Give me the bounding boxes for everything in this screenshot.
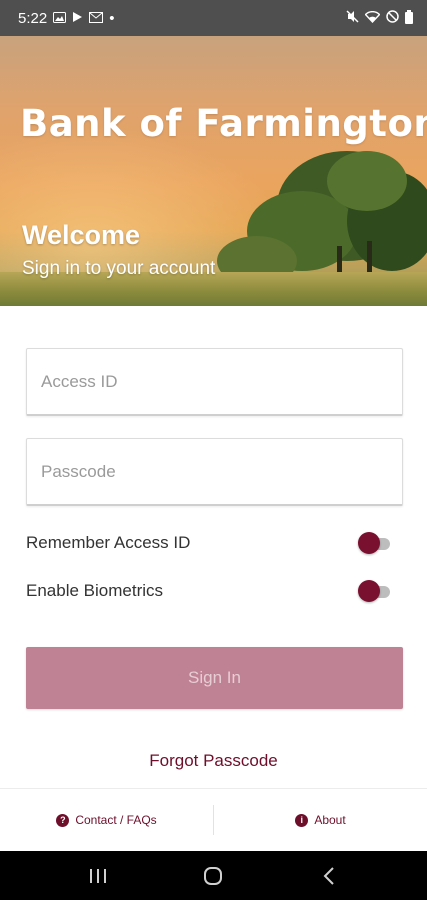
passcode-field[interactable]: [26, 438, 403, 506]
status-bar-right: [346, 10, 413, 26]
remember-access-id-row: Remember Access ID: [26, 528, 392, 558]
back-button[interactable]: [309, 861, 349, 891]
contact-faqs-link[interactable]: ? Contact / FAQs: [0, 789, 213, 851]
about-label: About: [314, 813, 346, 827]
remember-access-id-toggle[interactable]: [358, 532, 392, 554]
sign-in-button[interactable]: Sign In: [26, 647, 403, 709]
toggle-thumb: [358, 580, 380, 602]
welcome-heading: Welcome: [22, 220, 141, 250]
info-icon: i: [295, 813, 309, 827]
about-link[interactable]: i About: [214, 789, 427, 851]
bottom-bar: ? Contact / FAQs i About: [0, 788, 427, 851]
mail-icon: [89, 11, 104, 25]
access-id-input[interactable]: [27, 349, 402, 414]
access-id-field[interactable]: [26, 348, 403, 416]
recent-apps-icon: [89, 868, 106, 883]
status-bar: 5:22 •: [0, 0, 427, 36]
wifi-icon: [364, 10, 381, 26]
toggle-thumb: [358, 532, 380, 554]
forgot-passcode-link[interactable]: Forgot Passcode: [0, 751, 427, 771]
status-time: 5:22: [18, 9, 48, 27]
back-icon: [323, 866, 334, 885]
dnd-icon: [386, 10, 399, 26]
home-icon: [204, 866, 223, 885]
status-bar-left: 5:22 •: [18, 10, 114, 27]
recent-apps-button[interactable]: [78, 861, 118, 891]
enable-biometrics-row: Enable Biometrics: [26, 576, 392, 606]
enable-biometrics-toggle[interactable]: [358, 580, 392, 602]
welcome-subtitle: Sign in to your account: [22, 258, 216, 279]
hero-banner: Bank of Farmington Welcome Sign in to yo…: [0, 36, 427, 306]
remember-access-id-label: Remember Access ID: [26, 533, 191, 552]
status-dot: •: [109, 9, 115, 27]
play-store-icon: [72, 11, 83, 25]
image-icon: [53, 11, 67, 25]
mute-icon: [346, 10, 359, 26]
contact-faqs-label: Contact / FAQs: [75, 813, 157, 827]
bank-logo: Bank of Farmington: [20, 102, 427, 145]
help-icon: ?: [56, 813, 70, 827]
battery-icon: [405, 10, 413, 24]
passcode-input[interactable]: [27, 439, 402, 504]
home-button[interactable]: [193, 861, 233, 891]
system-nav-bar: [0, 851, 427, 900]
enable-biometrics-label: Enable Biometrics: [26, 581, 164, 600]
